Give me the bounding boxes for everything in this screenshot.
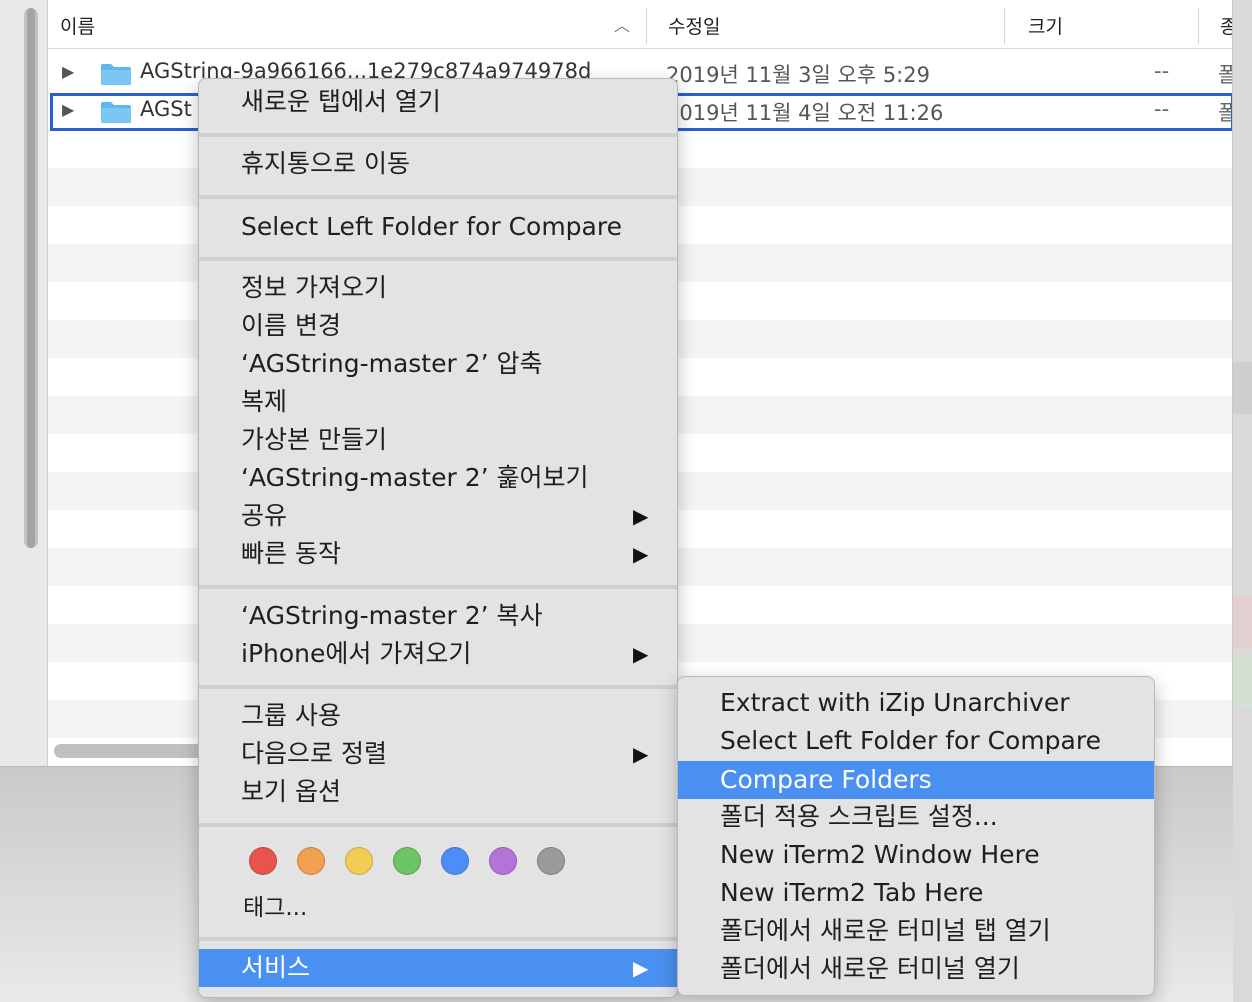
column-size-header[interactable]: 크기 <box>1028 12 1063 39</box>
submenu-item-extract-izip[interactable]: Extract with iZip Unarchiver <box>720 684 1070 722</box>
tag-blue-icon[interactable] <box>441 847 469 875</box>
submenu-arrow-icon: ▶ <box>633 956 649 980</box>
submenu-arrow-icon: ▶ <box>633 642 649 666</box>
tag-gray-icon[interactable] <box>537 847 565 875</box>
menu-item-make-alias[interactable]: 가상본 만들기 <box>241 421 387 459</box>
folder-icon <box>101 102 131 123</box>
file-size: -- <box>1154 59 1170 83</box>
menu-separator <box>199 685 677 689</box>
menu-item-rename[interactable]: 이름 변경 <box>241 307 341 345</box>
disclosure-triangle-icon[interactable]: ▶ <box>62 100 74 119</box>
submenu-arrow-icon: ▶ <box>633 542 649 566</box>
disclosure-triangle-icon[interactable]: ▶ <box>62 62 74 81</box>
menu-item-view-options[interactable]: 보기 옵션 <box>241 773 341 811</box>
menu-item-services[interactable]: 서비스 <box>241 949 310 987</box>
tag-orange-icon[interactable] <box>297 847 325 875</box>
menu-item-get-info[interactable]: 정보 가져오기 <box>241 269 387 307</box>
background-edge-mark <box>1233 656 1252 708</box>
file-kind: 폴 <box>1218 63 1232 87</box>
file-kind: 폴 <box>1218 101 1232 125</box>
column-name-header[interactable]: 이름 <box>60 12 95 39</box>
menu-item-quick-actions[interactable]: 빠른 동작 <box>241 535 341 573</box>
file-date: 2019년 11월 3일 오후 5:29 <box>666 63 930 87</box>
menu-item-share[interactable]: 공유 <box>241 497 287 535</box>
menu-item-duplicate[interactable]: 복제 <box>241 383 287 421</box>
folder-icon <box>101 64 131 85</box>
menu-separator <box>199 823 677 827</box>
submenu-item-new-iterm2-tab[interactable]: New iTerm2 Tab Here <box>720 874 983 912</box>
tag-green-icon[interactable] <box>393 847 421 875</box>
file-name: AGSt <box>140 97 192 121</box>
submenu-arrow-icon: ▶ <box>633 742 649 766</box>
menu-item-select-left-folder[interactable]: Select Left Folder for Compare <box>241 208 622 246</box>
file-size: -- <box>1154 97 1170 121</box>
sidebar-scrollbar[interactable] <box>24 8 38 548</box>
menu-item-move-to-trash[interactable]: 휴지통으로 이동 <box>241 145 410 183</box>
services-submenu: Extract with iZip Unarchiver Select Left… <box>677 676 1155 996</box>
column-header: 이름 ︿ 수정일 크기 종 <box>48 0 1232 49</box>
context-menu: 새로운 탭에서 열기 휴지통으로 이동 Select Left Folder f… <box>198 78 678 998</box>
submenu-arrow-icon: ▶ <box>633 504 649 528</box>
tag-yellow-icon[interactable] <box>345 847 373 875</box>
column-kind-header[interactable]: 종 <box>1220 12 1232 39</box>
menu-item-import-from-iphone[interactable]: iPhone에서 가져오기 <box>241 635 471 673</box>
tag-purple-icon[interactable] <box>489 847 517 875</box>
menu-item-tags[interactable]: 태그... <box>243 889 307 927</box>
sidebar <box>0 0 48 766</box>
menu-item-copy[interactable]: ‘AGString-master 2’ 복사 <box>241 597 543 635</box>
background-window-edge <box>1233 0 1252 1002</box>
background-edge-mark <box>1233 362 1252 414</box>
horizontal-scrollbar[interactable] <box>54 744 214 758</box>
submenu-item-new-terminal[interactable]: 폴더에서 새로운 터미널 열기 <box>720 950 1020 988</box>
submenu-item-new-iterm2-window[interactable]: New iTerm2 Window Here <box>720 836 1040 874</box>
background-edge-mark <box>1233 596 1252 648</box>
menu-item-quick-look[interactable]: ‘AGString-master 2’ 훑어보기 <box>241 459 589 497</box>
menu-separator <box>199 585 677 589</box>
menu-separator <box>199 133 677 137</box>
submenu-item-compare-folders[interactable]: Compare Folders <box>720 761 932 799</box>
file-date: 2019년 11월 4일 오전 11:26 <box>666 101 944 125</box>
menu-item-compress[interactable]: ‘AGString-master 2’ 압축 <box>241 345 543 383</box>
tag-red-icon[interactable] <box>249 847 277 875</box>
menu-item-sort-by[interactable]: 다음으로 정렬 <box>241 735 387 773</box>
menu-separator <box>199 195 677 199</box>
submenu-item-select-left-folder[interactable]: Select Left Folder for Compare <box>720 722 1101 760</box>
menu-separator <box>199 257 677 261</box>
menu-item-use-groups[interactable]: 그룹 사용 <box>241 697 341 735</box>
submenu-item-folder-actions-setup[interactable]: 폴더 적용 스크립트 설정... <box>720 798 998 836</box>
submenu-item-new-terminal-tab[interactable]: 폴더에서 새로운 터미널 탭 열기 <box>720 912 1051 950</box>
column-modified-header[interactable]: 수정일 <box>668 12 720 39</box>
menu-item-open-new-tab[interactable]: 새로운 탭에서 열기 <box>241 83 441 121</box>
sort-ascending-icon: ︿ <box>614 16 631 35</box>
menu-separator <box>199 937 677 941</box>
